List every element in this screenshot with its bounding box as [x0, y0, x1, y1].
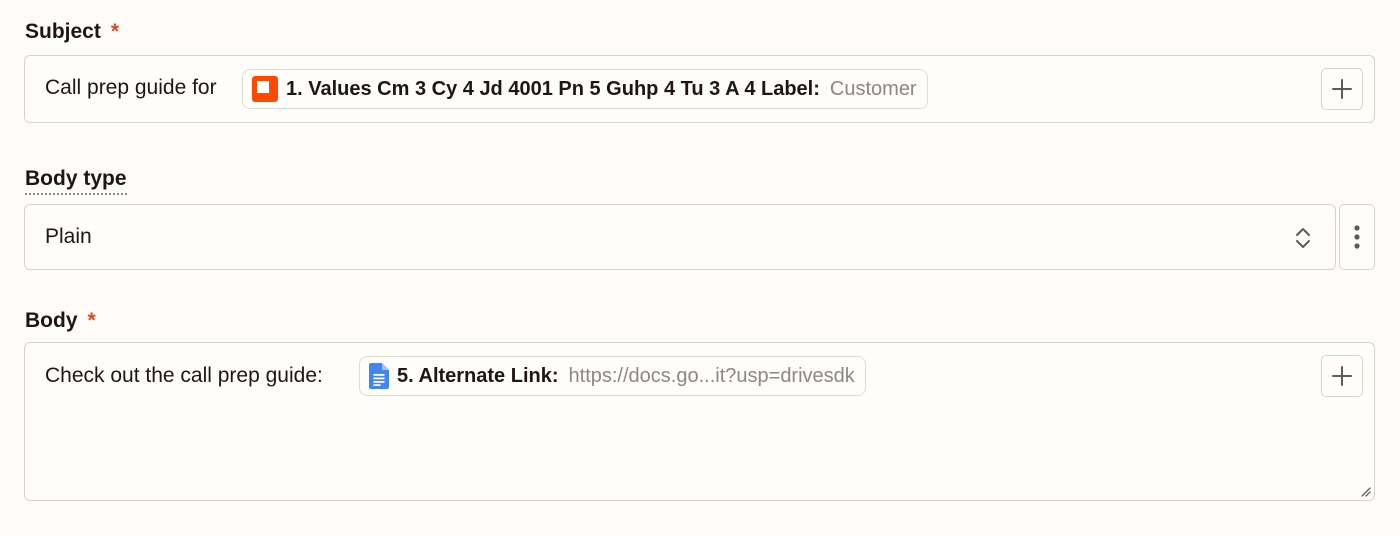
plus-icon [1332, 366, 1352, 386]
required-asterisk: * [110, 20, 120, 43]
resize-handle-icon[interactable] [1359, 485, 1371, 497]
body-type-label: Body type [25, 167, 127, 195]
body-insert-button[interactable] [1321, 355, 1363, 397]
subject-label: Subject * [25, 20, 119, 44]
app-orange-square-icon [252, 76, 278, 102]
body-pill-value: https://docs.go...it?usp=drivesdk [568, 364, 855, 387]
subject-field-pill[interactable]: 1. Values Cm 3 Cy 4 Jd 4001 Pn 5 Guhp 4 … [242, 69, 928, 109]
body-label-text: Body [25, 309, 78, 332]
body-type-select[interactable]: Plain [24, 204, 1336, 270]
body-type-label-text: Body type [25, 167, 127, 195]
subject-prefix-text: Call prep guide for [45, 76, 217, 99]
body-type-selected-value: Plain [45, 225, 92, 248]
kebab-vertical-icon [1354, 224, 1360, 250]
body-type-menu-button[interactable] [1339, 204, 1375, 270]
subject-pill-value: Customer [829, 77, 917, 100]
body-prefix-text: Check out the call prep guide: [45, 364, 323, 387]
body-label: Body * [25, 309, 96, 333]
subject-input[interactable]: Call prep guide for 1. Values Cm 3 Cy 4 … [24, 55, 1375, 123]
body-pill-key: 5. Alternate Link: [397, 364, 559, 387]
body-textarea[interactable]: Check out the call prep guide: 5. Altern… [24, 342, 1375, 501]
body-field-pill[interactable]: 5. Alternate Link: https://docs.go...it?… [359, 356, 866, 396]
google-docs-icon [369, 363, 389, 389]
plus-icon [1332, 79, 1352, 99]
chevron-up-down-icon [1295, 225, 1311, 251]
required-asterisk: * [87, 309, 96, 332]
subject-pill-key: 1. Values Cm 3 Cy 4 Jd 4001 Pn 5 Guhp 4 … [286, 77, 820, 100]
subject-insert-button[interactable] [1321, 68, 1363, 110]
subject-label-text: Subject [25, 20, 101, 43]
